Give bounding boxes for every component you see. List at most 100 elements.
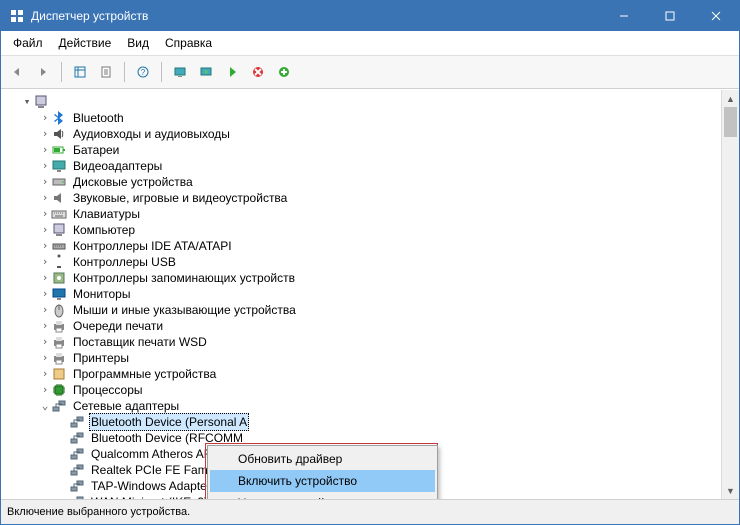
tree-item-label: Процессоры — [71, 382, 145, 398]
expander-icon[interactable]: ⌄ — [39, 398, 51, 414]
tree-pane: ▾ › Bluetooth › Аудиовходы и аудиовыходы›Ба… — [1, 89, 739, 499]
tree-item[interactable]: ›Клавиатуры — [3, 206, 737, 222]
printer-icon — [51, 334, 67, 350]
tree-item[interactable]: ›Программные устройства — [3, 366, 737, 382]
tree-item[interactable]: ›Батареи — [3, 142, 737, 158]
monitor-icon — [51, 286, 67, 302]
expander-icon[interactable]: › — [39, 302, 51, 318]
expander-icon[interactable]: › — [39, 158, 51, 174]
tree-item-label: Компьютер — [71, 222, 137, 238]
scroll-up-icon[interactable]: ▲ — [722, 90, 739, 107]
tree-item-label: Bluetooth — [71, 110, 126, 126]
net-icon — [69, 414, 85, 430]
expander-icon[interactable]: › — [39, 334, 51, 350]
tree-item[interactable]: ›Видеоадаптеры — [3, 158, 737, 174]
tree-item-label: Аудиовходы и аудиовыходы — [71, 126, 232, 142]
expander-icon[interactable]: › — [39, 238, 51, 254]
expander-icon[interactable]: › — [39, 126, 51, 142]
cm-enable-device[interactable]: Включить устройство — [210, 470, 435, 492]
menu-view[interactable]: Вид — [119, 34, 157, 52]
titlebar[interactable]: Диспетчер устройств — [1, 1, 739, 31]
expander-icon[interactable]: › — [39, 318, 51, 334]
tree-item-label: Очереди печати — [71, 318, 165, 334]
net-icon — [69, 462, 85, 478]
menu-help[interactable]: Справка — [157, 34, 220, 52]
tree-child[interactable]: Bluetooth Device (RFCOMM — [3, 430, 737, 446]
properties-button[interactable] — [94, 60, 118, 84]
expander-icon[interactable]: › — [39, 254, 51, 270]
tree-item[interactable]: › Аудиовходы и аудиовыходы — [3, 126, 737, 142]
cm-remove-device[interactable]: Удалить устройство — [210, 492, 435, 499]
net-icon — [51, 398, 67, 414]
uninstall-button[interactable] — [246, 60, 270, 84]
vertical-scrollbar[interactable]: ▲ ▼ — [721, 90, 739, 499]
expander-icon[interactable]: › — [39, 270, 51, 286]
cpu-icon — [51, 382, 67, 398]
svg-text:?: ? — [141, 68, 146, 77]
root-label — [53, 94, 60, 110]
tree-item[interactable]: ›Поставщик печати WSD — [3, 334, 737, 350]
battery-icon — [51, 142, 67, 158]
expander-icon[interactable]: › — [39, 350, 51, 366]
scroll-down-icon[interactable]: ▼ — [722, 482, 739, 499]
cm-update-driver[interactable]: Обновить драйвер — [210, 448, 435, 470]
nav-fwd-button[interactable] — [31, 60, 55, 84]
toolbar: ? — [1, 56, 739, 89]
tree-item[interactable]: › Компьютер — [3, 222, 737, 238]
tree-item[interactable]: ›Звуковые, игровые и видеоустройства — [3, 190, 737, 206]
toolbar-sep — [61, 62, 62, 82]
expander-icon[interactable]: › — [39, 206, 51, 222]
expander-icon[interactable]: › — [39, 382, 51, 398]
expander-icon[interactable]: › — [39, 286, 51, 302]
enable-button[interactable] — [220, 60, 244, 84]
tree-item[interactable]: ›Принтеры — [3, 350, 737, 366]
soft-icon — [51, 366, 67, 382]
tree-item[interactable]: ›Контроллеры USB — [3, 254, 737, 270]
tree-child-label: Bluetooth Device (Personal A — [89, 413, 249, 431]
close-button[interactable] — [693, 1, 739, 31]
mouse-icon — [51, 302, 67, 318]
tree-item[interactable]: › Bluetooth — [3, 110, 737, 126]
update-driver-button[interactable] — [194, 60, 218, 84]
tree-child[interactable]: Bluetooth Device (Personal A — [3, 414, 737, 430]
tree-root[interactable]: ▾ — [3, 94, 737, 110]
maximize-button[interactable] — [647, 1, 693, 31]
app-icon — [9, 8, 25, 24]
tree-item[interactable]: ›Дисковые устройства — [3, 174, 737, 190]
ide-icon — [51, 238, 67, 254]
tree-item[interactable]: › Процессоры — [3, 382, 737, 398]
tree-item[interactable]: ›Мыши и иные указывающие устройства — [3, 302, 737, 318]
toolbar-sep — [161, 62, 162, 82]
pc-icon — [51, 222, 67, 238]
tree-item[interactable]: › Контроллеры запоминающих устройств — [3, 270, 737, 286]
keyboard-icon — [51, 206, 67, 222]
tree-item-label: Контроллеры запоминающих устройств — [71, 270, 297, 286]
tree-child-label: Bluetooth Device (RFCOMM — [89, 430, 245, 446]
minimize-button[interactable] — [601, 1, 647, 31]
menu-action[interactable]: Действие — [51, 34, 120, 52]
help-button[interactable]: ? — [131, 60, 155, 84]
menu-file[interactable]: Файл — [5, 34, 51, 52]
pc-icon — [33, 94, 49, 110]
scroll-thumb[interactable] — [724, 107, 737, 137]
expander-icon[interactable]: › — [39, 110, 51, 126]
tree-item[interactable]: › Очереди печати — [3, 318, 737, 334]
tree-item[interactable]: ›Мониторы — [3, 286, 737, 302]
printer-icon — [51, 350, 67, 366]
tree-item-network[interactable]: ⌄ Сетевые адаптеры — [3, 398, 737, 414]
expander-icon[interactable]: › — [39, 222, 51, 238]
net-icon — [69, 430, 85, 446]
tree-item-label: Сетевые адаптеры — [71, 398, 181, 414]
add-hardware-button[interactable] — [272, 60, 296, 84]
tree-item[interactable]: ›Контроллеры IDE ATA/ATAPI — [3, 238, 737, 254]
printer-icon — [51, 318, 67, 334]
nav-back-button[interactable] — [5, 60, 29, 84]
expander-icon[interactable]: › — [39, 142, 51, 158]
expander-icon[interactable]: › — [39, 366, 51, 382]
expander-icon[interactable]: › — [39, 174, 51, 190]
show-hidden-button[interactable] — [68, 60, 92, 84]
menubar: Файл Действие Вид Справка — [1, 31, 739, 56]
scan-button[interactable] — [168, 60, 192, 84]
usb-icon — [51, 254, 67, 270]
expander-icon[interactable]: › — [39, 190, 51, 206]
